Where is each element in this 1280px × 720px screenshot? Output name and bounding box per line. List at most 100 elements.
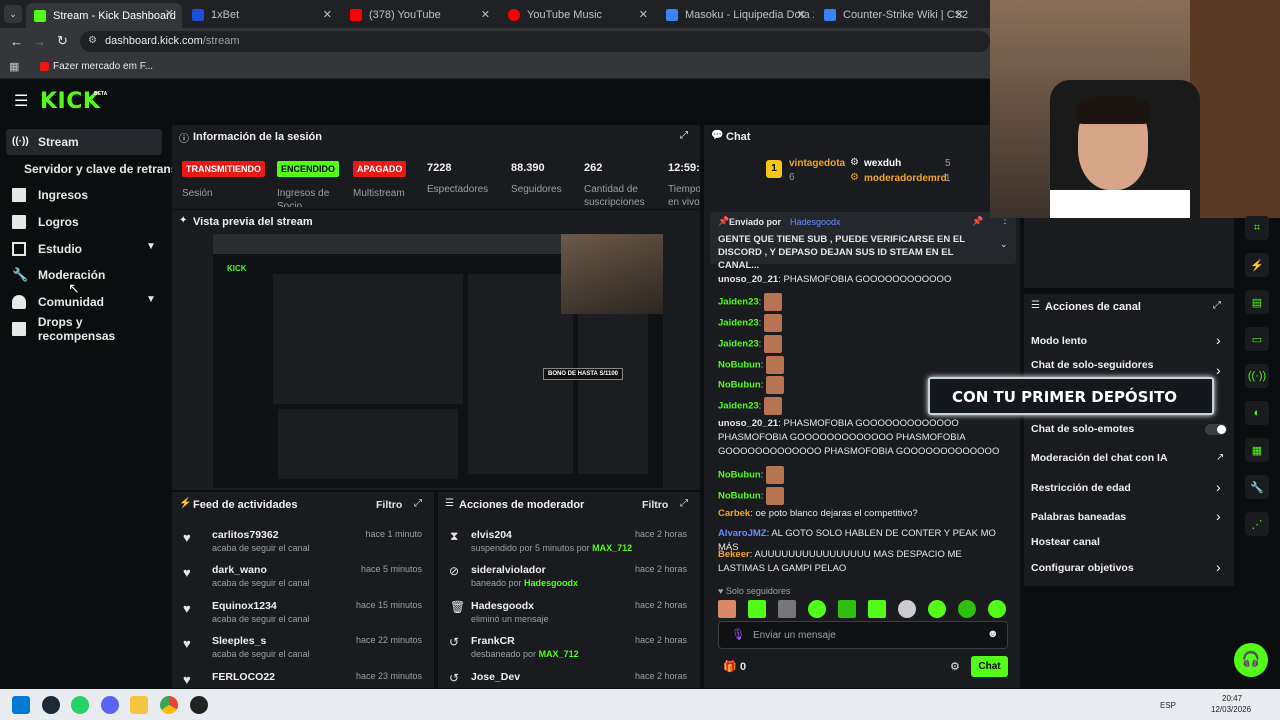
kick-logo[interactable]: KICK bbox=[40, 89, 100, 114]
chat-icon[interactable]: ▭ bbox=[1245, 327, 1269, 351]
chat-input[interactable]: 🎙 Enviar un mensaje ☻ bbox=[718, 621, 1008, 649]
top-user-name[interactable]: wexduh bbox=[864, 158, 901, 169]
chat-username[interactable]: Jaiden23 bbox=[718, 318, 759, 329]
emote-icon[interactable] bbox=[838, 600, 856, 618]
feed-username[interactable]: dark_wano bbox=[212, 564, 267, 576]
tab-kick-dashboard[interactable]: Stream - Kick Dashboard ✕ bbox=[26, 3, 182, 28]
sidebar-item-comunidad[interactable]: Comunidad ▼ bbox=[8, 290, 162, 314]
chat-username[interactable]: Jaiden23 bbox=[718, 401, 759, 412]
chat-username[interactable]: Bekeer bbox=[718, 549, 750, 560]
pinned-user[interactable]: Hadesgoodx bbox=[790, 217, 841, 227]
feed-username[interactable]: FERLOCO22 bbox=[212, 671, 275, 683]
reload-icon[interactable]: ↻ bbox=[57, 33, 68, 49]
expand-icon[interactable]: ⤢ bbox=[680, 130, 688, 141]
ai-moderation-item[interactable]: Moderación del chat con IA bbox=[1031, 452, 1168, 464]
top-user-name[interactable]: vintagedota bbox=[789, 158, 845, 169]
chrome-icon[interactable] bbox=[160, 696, 178, 714]
microphone-icon[interactable]: 🎙 bbox=[731, 628, 745, 641]
chat-username[interactable]: NoBubun bbox=[718, 380, 761, 391]
emote-icon[interactable] bbox=[808, 600, 826, 618]
chevron-right-icon[interactable]: › bbox=[1216, 479, 1221, 495]
whatsapp-icon[interactable] bbox=[71, 696, 89, 714]
hamburger-menu-icon[interactable]: ☰ bbox=[14, 91, 28, 111]
feed-username[interactable]: Sleeples_s bbox=[212, 635, 266, 647]
broadcast-icon[interactable]: ((·)) bbox=[1245, 364, 1269, 388]
chat-username[interactable]: unoso_20_21 bbox=[718, 274, 778, 285]
emote-icon[interactable] bbox=[748, 600, 766, 618]
stream-preview-video[interactable]: BONO DE HASTA S/1100 KICK bbox=[213, 234, 663, 488]
close-tab-icon[interactable]: ✕ bbox=[481, 8, 490, 21]
feed-filter-button[interactable]: Filtro bbox=[376, 499, 402, 511]
chevron-right-icon[interactable]: › bbox=[1216, 559, 1221, 575]
chat-username[interactable]: AlvaroJMZ bbox=[718, 528, 767, 539]
emote-icon[interactable] bbox=[928, 600, 946, 618]
emote-icon[interactable] bbox=[868, 600, 886, 618]
tab-youtube[interactable]: (378) YouTube ✕ bbox=[342, 4, 498, 26]
emote-icon[interactable] bbox=[958, 600, 976, 618]
sidebar-item-drops[interactable]: Drops y recompensas bbox=[8, 315, 162, 343]
apps-icon[interactable]: ▦ bbox=[9, 60, 19, 73]
taskbar-date[interactable]: 12/03/2026 bbox=[1211, 705, 1251, 714]
emote-icon[interactable] bbox=[988, 600, 1006, 618]
banned-words-item[interactable]: Palabras baneadas bbox=[1031, 511, 1126, 523]
chat-username[interactable]: Carbek bbox=[718, 508, 750, 519]
tab-liquipedia-dota[interactable]: Masoku - Liquipedia Dota 2 Wi✕ bbox=[658, 4, 814, 26]
mod-by[interactable]: MAX_712 bbox=[592, 543, 632, 553]
steam-icon[interactable] bbox=[42, 696, 60, 714]
emotes-only-toggle[interactable] bbox=[1205, 424, 1227, 435]
sidebar-item-ingresos[interactable]: Ingresos bbox=[8, 183, 162, 207]
tab-1xbet[interactable]: 1xBet ✕ bbox=[184, 4, 340, 26]
taskbar-time[interactable]: 20:47 bbox=[1222, 694, 1242, 703]
sidebar-item-server-key[interactable]: Servidor y clave de retransm bbox=[24, 157, 174, 181]
tab-youtube-music[interactable]: YouTube Music ✕ bbox=[500, 4, 656, 26]
emote-icon[interactable] bbox=[718, 600, 736, 618]
sidebar-item-moderacion[interactable]: 🔧 Moderación bbox=[8, 263, 162, 287]
sidebar-item-estudio[interactable]: Estudio ▼ bbox=[8, 237, 162, 261]
feed-username[interactable]: Equinox1234 bbox=[212, 600, 277, 612]
discord-icon[interactable] bbox=[101, 696, 119, 714]
close-tab-icon[interactable]: ✕ bbox=[323, 8, 332, 21]
configure-goals-item[interactable]: Configurar objetivos bbox=[1031, 562, 1134, 574]
emote-icon[interactable] bbox=[778, 600, 796, 618]
file-explorer-icon[interactable] bbox=[130, 696, 148, 714]
mod-by[interactable]: Hadesgoodx bbox=[524, 578, 578, 588]
site-info-icon[interactable]: ⚙ bbox=[88, 35, 97, 46]
emotes-only-chat-item[interactable]: Chat de solo-emotes bbox=[1031, 423, 1134, 435]
emote-icon[interactable] bbox=[898, 600, 916, 618]
chat-send-button[interactable]: Chat bbox=[971, 656, 1008, 677]
followers-only-chat-item[interactable]: Chat de solo-seguidores bbox=[1031, 359, 1154, 371]
external-link-icon[interactable]: ↗ bbox=[1216, 452, 1224, 463]
sidebar-item-stream[interactable]: ((·)) Stream bbox=[8, 130, 162, 154]
expand-icon[interactable]: ⤢ bbox=[1213, 300, 1221, 311]
pinned-message[interactable]: 📌 Enviado por Hadesgoodx 📌 ⋮ GENTE QUE T… bbox=[710, 212, 1016, 271]
taskbar-lang[interactable]: ESP bbox=[1160, 701, 1176, 710]
tab-search-button[interactable]: ⌄ bbox=[4, 5, 22, 23]
chat-username[interactable]: NoBubun bbox=[718, 491, 761, 502]
obs-icon[interactable] bbox=[190, 696, 208, 714]
mod-username[interactable]: sideralviolador bbox=[471, 564, 546, 576]
expand-icon[interactable]: ⤢ bbox=[680, 498, 688, 509]
chevron-down-icon[interactable]: ▼ bbox=[146, 294, 156, 305]
close-tab-icon[interactable]: ✕ bbox=[797, 8, 806, 21]
emoji-icon[interactable]: ☻ bbox=[987, 628, 999, 640]
close-tab-icon[interactable]: ✕ bbox=[955, 8, 964, 21]
share-icon[interactable]: ⋰ bbox=[1245, 512, 1269, 536]
document-icon[interactable]: ▤ bbox=[1245, 290, 1269, 314]
unpin-icon[interactable]: 📌 bbox=[972, 216, 983, 227]
tab-liquipedia-cs[interactable]: Counter-Strike Wiki | CS2 | Liqu✕ bbox=[816, 4, 972, 26]
expand-icon[interactable]: ⤢ bbox=[414, 498, 422, 509]
chat-username[interactable]: NoBubun bbox=[718, 470, 761, 481]
toggle-icon[interactable]: ◐ bbox=[1245, 401, 1269, 425]
chat-settings-icon[interactable]: ⚙ bbox=[950, 660, 960, 673]
mod-username[interactable]: Hadesgoodx bbox=[471, 600, 534, 612]
mod-username[interactable]: Jose_Dev bbox=[471, 671, 520, 683]
age-restriction-item[interactable]: Restricción de edad bbox=[1031, 482, 1131, 494]
close-tab-icon[interactable]: ✕ bbox=[639, 8, 648, 21]
chat-username[interactable]: unoso_20_21 bbox=[718, 418, 778, 429]
close-tab-icon[interactable]: ✕ bbox=[165, 7, 174, 20]
feed-username[interactable]: carlitos79362 bbox=[212, 529, 279, 541]
bookmark-item[interactable]: Fazer mercado em F... bbox=[53, 61, 153, 72]
sidebar-item-logros[interactable]: Logros bbox=[8, 210, 162, 234]
chevron-right-icon[interactable]: › bbox=[1216, 332, 1221, 348]
windows-start-icon[interactable] bbox=[12, 696, 30, 714]
